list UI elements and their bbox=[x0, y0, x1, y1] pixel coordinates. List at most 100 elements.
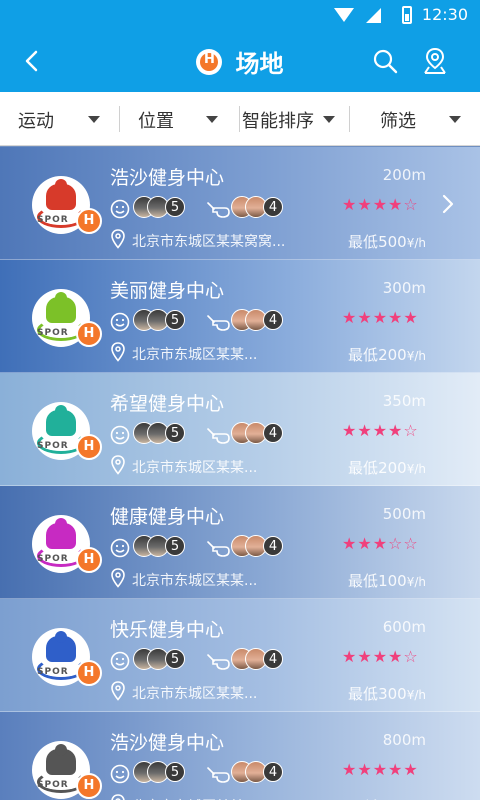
rating-stars: ★★★★☆ bbox=[342, 196, 428, 214]
coach-count: 4 bbox=[263, 536, 283, 556]
star-filled-icon: ★ bbox=[357, 760, 373, 779]
venue-price: 最低200¥/h bbox=[348, 457, 426, 478]
star-filled-icon: ★ bbox=[372, 534, 389, 553]
venue-row[interactable]: SPOR H 健康健身中心 500m 5 4 ★★★☆☆ 北京市东城区某某...… bbox=[0, 486, 480, 599]
status-time: 12:30 bbox=[421, 5, 468, 24]
star-filled-icon: ★ bbox=[372, 195, 389, 214]
price-prefix: 最低 bbox=[348, 685, 379, 703]
price-value: 500 bbox=[378, 233, 407, 251]
price-value: 200 bbox=[378, 346, 407, 364]
venue-row[interactable]: SPOR H 浩沙健身中心 800m 5 4 ★★★★★ 北京市东城区某某...… bbox=[0, 712, 480, 800]
rating-stars: ★★★★☆ bbox=[342, 648, 428, 666]
star-filled-icon: ★ bbox=[388, 195, 404, 214]
whistle-icon bbox=[207, 315, 230, 331]
price-unit: ¥/h bbox=[406, 236, 426, 250]
star-filled-icon: ★ bbox=[372, 308, 389, 327]
smile-icon bbox=[110, 764, 130, 784]
venue-row[interactable]: SPOR H 浩沙健身中心 200m 5 4 ★★★★☆ 北京市东城区某某窝窝.… bbox=[0, 147, 480, 260]
venue-name: 浩沙健身中心 bbox=[110, 167, 225, 189]
venue-address: 北京市东城区某某窝窝... bbox=[132, 234, 286, 250]
filter-bar: 运动 位置 智能排序 筛选 bbox=[0, 92, 480, 146]
location-pin-icon[interactable] bbox=[420, 46, 450, 76]
member-count: 5 bbox=[165, 649, 185, 669]
logo-figure-head bbox=[55, 179, 67, 191]
smile-icon bbox=[110, 199, 130, 219]
star-filled-icon: ★ bbox=[372, 421, 389, 440]
venue-distance: 800m bbox=[382, 731, 426, 749]
star-filled-icon: ★ bbox=[357, 534, 373, 553]
star-filled-icon: ★ bbox=[372, 760, 389, 779]
logo-text: SPOR bbox=[37, 554, 69, 564]
star-filled-icon: ★ bbox=[388, 760, 404, 779]
rating-stars: ★★★★☆ bbox=[342, 422, 428, 440]
logo-text: SPOR bbox=[37, 215, 69, 225]
whistle-icon bbox=[207, 541, 230, 557]
filter-sort[interactable]: 智能排序 bbox=[230, 92, 350, 146]
dropdown-caret-icon bbox=[206, 116, 218, 123]
coach-count: 4 bbox=[263, 197, 283, 217]
star-filled-icon: ★ bbox=[357, 195, 373, 214]
coach-count: 4 bbox=[263, 649, 283, 669]
star-empty-icon: ☆ bbox=[403, 647, 419, 666]
chevron-right-icon[interactable] bbox=[440, 193, 456, 215]
venue-distance: 500m bbox=[382, 505, 426, 523]
dropdown-caret-icon bbox=[449, 116, 461, 123]
title-group: 场地 bbox=[0, 44, 480, 79]
map-pin-icon bbox=[111, 229, 125, 249]
rating-stars: ★★★★★ bbox=[342, 309, 428, 327]
smile-icon bbox=[110, 425, 130, 445]
coach-avatars: 4 bbox=[231, 535, 285, 559]
star-filled-icon: ★ bbox=[388, 647, 404, 666]
map-pin-icon bbox=[111, 568, 125, 588]
star-empty-icon: ☆ bbox=[388, 534, 404, 553]
filter-screen[interactable]: 筛选 bbox=[350, 92, 480, 146]
venue-row[interactable]: SPOR H 快乐健身中心 600m 5 4 ★★★★☆ 北京市东城区某某...… bbox=[0, 599, 480, 712]
coach-avatars: 4 bbox=[231, 196, 285, 220]
venue-name: 浩沙健身中心 bbox=[110, 732, 225, 754]
filter-location[interactable]: 位置 bbox=[120, 92, 240, 146]
whistle-icon bbox=[207, 654, 230, 670]
map-pin-icon bbox=[111, 681, 125, 701]
member-count: 5 bbox=[165, 536, 185, 556]
venue-name: 希望健身中心 bbox=[110, 393, 225, 415]
venue-list: SPOR H 浩沙健身中心 200m 5 4 ★★★★☆ 北京市东城区某某窝窝.… bbox=[0, 147, 480, 800]
member-count: 5 bbox=[165, 197, 185, 217]
logo-text: SPOR bbox=[37, 328, 69, 338]
price-unit: ¥/h bbox=[406, 575, 426, 589]
member-count: 5 bbox=[165, 310, 185, 330]
star-filled-icon: ★ bbox=[342, 534, 358, 553]
battery-icon bbox=[402, 6, 412, 24]
venue-row[interactable]: SPOR H 希望健身中心 350m 5 4 ★★★★☆ 北京市东城区某某...… bbox=[0, 373, 480, 486]
coach-avatars: 4 bbox=[231, 761, 285, 785]
star-empty-icon: ☆ bbox=[403, 421, 419, 440]
star-filled-icon: ★ bbox=[357, 647, 373, 666]
signal-icon bbox=[366, 8, 381, 23]
brand-badge-icon: H bbox=[76, 208, 102, 234]
venue-price: 最低500¥/h bbox=[348, 231, 426, 252]
logo-text: SPOR bbox=[37, 441, 69, 451]
venue-price: 最低200¥/h bbox=[348, 344, 426, 365]
logo-figure-head bbox=[55, 405, 67, 417]
whistle-icon bbox=[207, 202, 230, 218]
star-filled-icon: ★ bbox=[342, 421, 358, 440]
price-unit: ¥/h bbox=[406, 349, 426, 363]
venue-name: 美丽健身中心 bbox=[110, 280, 225, 302]
coach-avatars: 4 bbox=[231, 648, 285, 672]
venue-row[interactable]: SPOR H 美丽健身中心 300m 5 4 ★★★★★ 北京市东城区某某...… bbox=[0, 260, 480, 373]
logo-figure-head bbox=[55, 292, 67, 304]
brand-badge-icon: H bbox=[76, 660, 102, 686]
venue-address: 北京市东城区某某... bbox=[132, 686, 258, 702]
search-icon[interactable] bbox=[372, 48, 398, 74]
star-filled-icon: ★ bbox=[372, 647, 389, 666]
filter-label: 位置 bbox=[138, 111, 174, 132]
member-avatars: 5 bbox=[133, 309, 187, 333]
logo-figure-head bbox=[55, 518, 67, 530]
page-title: 场地 bbox=[235, 50, 284, 78]
filter-sport[interactable]: 运动 bbox=[0, 92, 120, 146]
venue-address: 北京市东城区某某... bbox=[132, 460, 258, 476]
dropdown-caret-icon bbox=[323, 116, 335, 123]
rating-stars: ★★★★★ bbox=[342, 761, 428, 779]
brand-badge-icon: H bbox=[76, 773, 102, 799]
app-header: 场地 bbox=[0, 30, 480, 92]
price-value: 100 bbox=[378, 572, 407, 590]
